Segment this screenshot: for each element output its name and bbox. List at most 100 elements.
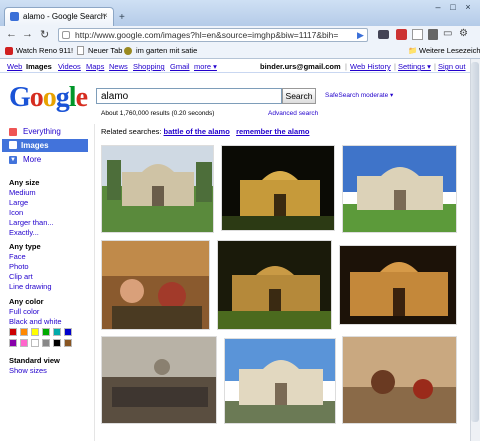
logo-letter: G — [9, 82, 31, 113]
color-full[interactable]: Full color — [9, 307, 39, 316]
size-medium[interactable]: Medium — [9, 188, 36, 197]
tab-title: alamo - Google Search — [23, 12, 106, 21]
gbar-videos[interactable]: Videos — [58, 62, 81, 71]
image-result[interactable] — [342, 336, 457, 424]
logo-letter: g — [55, 82, 70, 113]
battle-illustration-thumbnail — [343, 337, 456, 423]
close-window-button[interactable]: × — [462, 3, 474, 12]
reload-icon[interactable]: ↻ — [40, 28, 49, 41]
color-swatch[interactable] — [31, 328, 39, 336]
color-swatch[interactable] — [53, 328, 61, 336]
type-clip-art[interactable]: Clip art — [9, 272, 33, 281]
color-swatch[interactable] — [9, 339, 17, 347]
gbar-shopping[interactable]: Shopping — [133, 62, 165, 71]
view-heading: Standard view — [9, 356, 60, 365]
page-icon — [77, 46, 84, 55]
back-arrow-icon[interactable]: ← — [6, 28, 17, 40]
image-result[interactable] — [224, 338, 336, 424]
related-battle-of-the-alamo[interactable]: battle of the alamo — [164, 127, 230, 136]
image-result[interactable] — [342, 145, 457, 233]
size-larger-than[interactable]: Larger than... — [9, 218, 54, 227]
bookmark-im-garten[interactable]: im garten mit satie — [136, 46, 197, 55]
everything-icon — [9, 128, 17, 136]
related-remember-the-alamo[interactable]: remember the alamo — [236, 127, 309, 136]
page-icon — [62, 31, 70, 39]
size-icon[interactable]: Icon — [9, 208, 23, 217]
image-result[interactable] — [101, 336, 217, 424]
type-heading: Any type — [9, 242, 41, 251]
page-menu-icon[interactable]: ▭ — [443, 28, 452, 39]
image-result[interactable] — [101, 240, 210, 330]
battle-painting-thumbnail — [102, 241, 209, 329]
mail-icon[interactable] — [412, 29, 423, 40]
type-face[interactable]: Face — [9, 252, 26, 261]
new-tab-button[interactable]: + — [119, 12, 125, 23]
color-black-white[interactable]: Black and white — [9, 317, 62, 326]
logo-letter: l — [68, 82, 77, 113]
browser-tab[interactable]: alamo - Google Search × — [4, 7, 114, 26]
account-email: binder.urs@gmail.com — [260, 62, 341, 71]
tab-close-icon[interactable]: × — [103, 11, 108, 20]
type-line-drawing[interactable]: Line drawing — [9, 282, 52, 291]
gbar-maps[interactable]: Maps — [86, 62, 104, 71]
alamo-dusk-thumbnail — [218, 241, 331, 329]
color-swatch[interactable] — [64, 328, 72, 336]
size-large[interactable]: Large — [9, 198, 28, 207]
color-swatch[interactable] — [42, 339, 50, 347]
advanced-search-link[interactable]: Advanced search — [268, 110, 318, 117]
color-swatch[interactable] — [9, 328, 17, 336]
wrench-menu-icon[interactable]: ⚙ — [459, 28, 468, 39]
color-swatch[interactable] — [64, 339, 72, 347]
battle-panorama-thumbnail — [102, 337, 216, 423]
alamo-lit-thumbnail — [340, 246, 456, 324]
go-arrow-icon[interactable]: ▶ — [357, 30, 364, 41]
safesearch-dropdown[interactable]: SafeSearch moderate ▾ — [325, 91, 393, 99]
bookmark-neuer-tab[interactable]: Neuer Tab — [88, 46, 122, 55]
sidebar-images[interactable]: Images — [2, 139, 88, 152]
alamo-bluesky-thumbnail — [343, 146, 456, 232]
size-heading: Any size — [9, 178, 40, 187]
settings-link[interactable]: Settings ▾ — [398, 62, 431, 71]
color-swatch[interactable] — [20, 339, 28, 347]
image-result[interactable] — [101, 145, 214, 233]
gbar-news[interactable]: News — [109, 62, 128, 71]
sidebar-everything[interactable]: Everything — [23, 127, 61, 136]
color-swatch[interactable] — [31, 339, 39, 347]
scrollbar-thumb[interactable] — [471, 62, 479, 422]
search-button[interactable]: Search — [282, 88, 316, 104]
phone-icon[interactable] — [428, 29, 438, 40]
address-bar[interactable]: http://www.google.com/images?hl=en&sourc… — [58, 28, 368, 42]
gbar-gmail[interactable]: Gmail — [170, 62, 190, 71]
minimize-button[interactable]: – — [432, 3, 444, 12]
sidebar-more[interactable]: More — [23, 155, 41, 164]
logo-letter: e — [75, 82, 88, 113]
bookmark-watch-reno[interactable]: Watch Reno 911! — [16, 46, 73, 55]
images-icon — [9, 141, 17, 149]
google-logo[interactable]: Google — [9, 82, 88, 114]
image-result[interactable] — [221, 145, 335, 231]
maximize-button[interactable]: □ — [447, 3, 459, 12]
gbar-more[interactable]: more ▾ — [194, 62, 217, 71]
color-swatch[interactable] — [42, 328, 50, 336]
color-swatch[interactable] — [20, 328, 28, 336]
search-input[interactable] — [96, 88, 282, 104]
image-result[interactable] — [339, 245, 457, 325]
color-swatch[interactable] — [53, 339, 61, 347]
logo-letter: o — [29, 82, 44, 113]
type-photo[interactable]: Photo — [9, 262, 29, 271]
gbar-web[interactable]: Web — [7, 62, 22, 71]
gmail-checker-icon[interactable] — [396, 29, 407, 40]
web-history-link[interactable]: Web History — [350, 62, 391, 71]
color-heading: Any color — [9, 297, 44, 306]
sign-out-link[interactable]: Sign out — [438, 62, 466, 71]
separator: | — [394, 62, 396, 71]
image-result[interactable] — [217, 240, 332, 330]
other-bookmarks[interactable]: Weitere Lesezeichen — [419, 46, 480, 55]
size-exactly[interactable]: Exactly... — [9, 228, 39, 237]
alamo-photo-thumbnail — [102, 146, 213, 232]
camera-extension-icon[interactable] — [378, 30, 389, 39]
alamo-night-thumbnail — [222, 146, 334, 230]
gbar-images[interactable]: Images — [26, 62, 52, 71]
forward-arrow-icon[interactable]: → — [22, 28, 33, 40]
show-sizes-link[interactable]: Show sizes — [9, 366, 47, 375]
